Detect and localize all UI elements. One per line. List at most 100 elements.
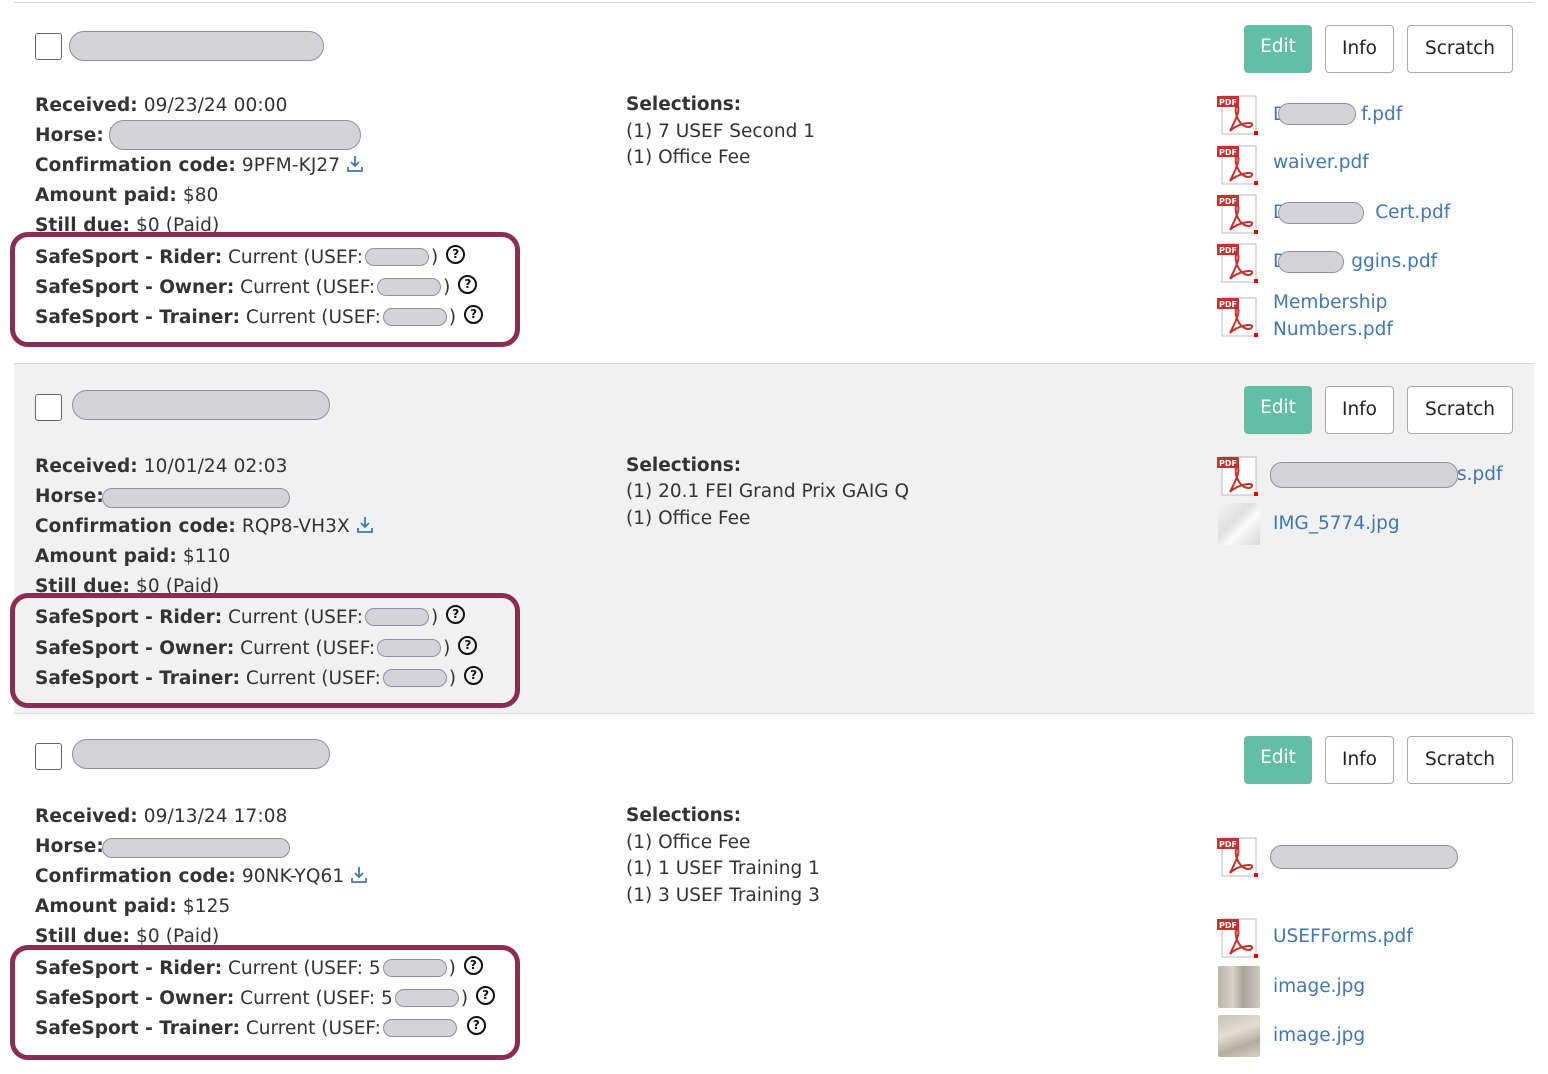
svg-text:PDF: PDF: [1219, 840, 1237, 849]
info-button[interactable]: Info: [1325, 736, 1394, 784]
safesport-rider-row: SafeSport - Rider: Current (USEF: 5)?: [35, 956, 483, 980]
confirmation-value: 90NK-YQ61: [241, 866, 345, 887]
received-value: 09/13/24 17:08: [143, 806, 288, 827]
scratch-button[interactable]: Scratch: [1407, 386, 1513, 434]
redacted-rider-name: [72, 390, 330, 420]
horse-label: Horse:: [35, 486, 104, 507]
file-name-link[interactable]: image.jpg: [1273, 1022, 1365, 1049]
scratch-button[interactable]: Scratch: [1407, 25, 1513, 73]
edit-button[interactable]: Edit: [1244, 25, 1312, 73]
usef-prefix: Current (USEF:: [228, 958, 363, 979]
svg-text:PDF: PDF: [1219, 921, 1237, 930]
usef-close: ): [431, 607, 439, 628]
help-icon[interactable]: ?: [464, 666, 484, 685]
safesport-trainer-row: SafeSport - Trainer: Current (USEF:?: [35, 1016, 486, 1040]
received-field: Received: 10/01/24 02:03: [35, 456, 287, 478]
file-item[interactable]: image.jpg: [1216, 1015, 1516, 1059]
help-icon[interactable]: ?: [446, 245, 466, 264]
redacted-usef-number: [365, 608, 429, 626]
entry-card: Edit Info Scratch Received: 09/13/24 17:…: [10, 713, 1534, 1074]
file-item[interactable]: PDF USEFForms.pdf: [1216, 916, 1516, 960]
download-icon[interactable]: [350, 866, 368, 884]
file-item[interactable]: PDF DCert.pdf: [1216, 192, 1516, 236]
file-item[interactable]: IMG_5774.jpg: [1216, 503, 1516, 547]
usef-close: ): [448, 958, 456, 979]
info-button[interactable]: Info: [1325, 386, 1394, 434]
help-icon[interactable]: ?: [458, 636, 478, 655]
redacted-usef-number: [382, 1019, 457, 1037]
file-name-link-line2[interactable]: Numbers.pdf: [1273, 316, 1393, 343]
file-name-link[interactable]: USEFForms.pdf: [1273, 923, 1413, 950]
confirmation-label: Confirmation code:: [35, 155, 236, 176]
still-due-value: $0 (Paid): [135, 926, 220, 947]
received-label: Received:: [35, 95, 138, 116]
usef-partial: 5: [381, 988, 393, 1009]
file-name-link[interactable]: image.jpg: [1273, 973, 1365, 1000]
pdf-icon: PDF: [1217, 297, 1258, 337]
file-item[interactable]: image.jpg: [1216, 966, 1516, 1010]
entry-card: Edit Info Scratch Received: 10/01/24 02:…: [10, 363, 1534, 713]
help-icon[interactable]: ?: [463, 956, 483, 975]
help-icon[interactable]: ?: [446, 605, 466, 624]
redacted-file-name: [1278, 251, 1344, 273]
redacted-file-name: [1270, 845, 1458, 869]
amount-paid-label: Amount paid:: [35, 185, 177, 206]
safesport-rider-row: SafeSport - Rider: Current (USEF:)?: [35, 245, 466, 269]
svg-text:PDF: PDF: [1219, 98, 1237, 107]
edit-button[interactable]: Edit: [1244, 386, 1312, 434]
file-name-link[interactable]: waiver.pdf: [1273, 149, 1369, 176]
redacted-usef-number: [382, 959, 447, 977]
file-item[interactable]: PDF Df.pdf: [1216, 93, 1516, 137]
info-button[interactable]: Info: [1325, 25, 1394, 73]
pdf-icon: PDF: [1217, 243, 1258, 283]
usef-prefix: Current (USEF:: [240, 277, 376, 298]
svg-text:PDF: PDF: [1219, 246, 1237, 255]
safesport-owner-row: SafeSport - Owner: Current (USEF:)?: [35, 636, 478, 660]
pdf-icon: PDF: [1217, 837, 1258, 877]
file-item[interactable]: PDF: [1216, 835, 1526, 879]
amount-paid-label: Amount paid:: [35, 546, 177, 567]
usef-close: ): [431, 247, 439, 268]
usef-prefix: Current (USEF:: [228, 607, 363, 628]
selection-item: (1) 20.1 FEI Grand Prix GAIG Q: [626, 481, 910, 502]
safesport-trainer-label: SafeSport - Trainer:: [35, 307, 240, 328]
confirmation-field: Confirmation code: RQP8-VH3X: [35, 516, 374, 538]
entry-select-checkbox[interactable]: [35, 394, 62, 421]
file-name-link[interactable]: IMG_5774.jpg: [1273, 510, 1400, 537]
file-item[interactable]: PDF waiver.pdf: [1216, 143, 1516, 187]
safesport-rider-label: SafeSport - Rider:: [35, 607, 223, 628]
help-icon[interactable]: ?: [458, 275, 478, 294]
pdf-icon: PDF: [1217, 145, 1258, 185]
usef-prefix: Current (USEF:: [245, 307, 381, 328]
scratch-button[interactable]: Scratch: [1407, 736, 1513, 784]
safesport-rider-row: SafeSport - Rider: Current (USEF:)?: [35, 605, 466, 629]
horse-field: Horse:: [35, 836, 104, 858]
safesport-trainer-label: SafeSport - Trainer:: [35, 1018, 240, 1039]
selection-item: (1) 7 USEF Second 1: [626, 121, 815, 142]
help-icon[interactable]: ?: [464, 305, 484, 324]
received-label: Received:: [35, 806, 138, 827]
entry-select-checkbox[interactable]: [35, 743, 62, 770]
amount-paid-value: $125: [182, 896, 231, 917]
file-name-link[interactable]: Membership: [1273, 289, 1387, 316]
amount-paid-label: Amount paid:: [35, 896, 177, 917]
pdf-icon: PDF: [1217, 918, 1258, 958]
selection-item: (1) 3 USEF Training 3: [626, 885, 820, 906]
file-item[interactable]: PDF Membership Numbers.pdf: [1216, 292, 1516, 340]
svg-text:PDF: PDF: [1219, 197, 1237, 206]
redacted-file-name: [1278, 103, 1356, 125]
usef-prefix: Current (USEF:: [240, 988, 376, 1009]
edit-button[interactable]: Edit: [1244, 736, 1312, 784]
svg-text:PDF: PDF: [1219, 300, 1237, 309]
download-icon[interactable]: [356, 516, 374, 534]
help-icon[interactable]: ?: [466, 1016, 486, 1035]
received-label: Received:: [35, 456, 138, 477]
pdf-icon: PDF: [1217, 456, 1258, 496]
confirmation-field: Confirmation code: 90NK-YQ61: [35, 866, 368, 888]
download-icon[interactable]: [346, 155, 364, 173]
file-item[interactable]: PDF s.pdf: [1216, 454, 1526, 498]
file-item[interactable]: PDF Dggins.pdf: [1216, 241, 1516, 285]
entry-select-checkbox[interactable]: [35, 33, 62, 60]
help-icon[interactable]: ?: [476, 986, 496, 1005]
usef-prefix: Current (USEF:: [240, 638, 376, 659]
